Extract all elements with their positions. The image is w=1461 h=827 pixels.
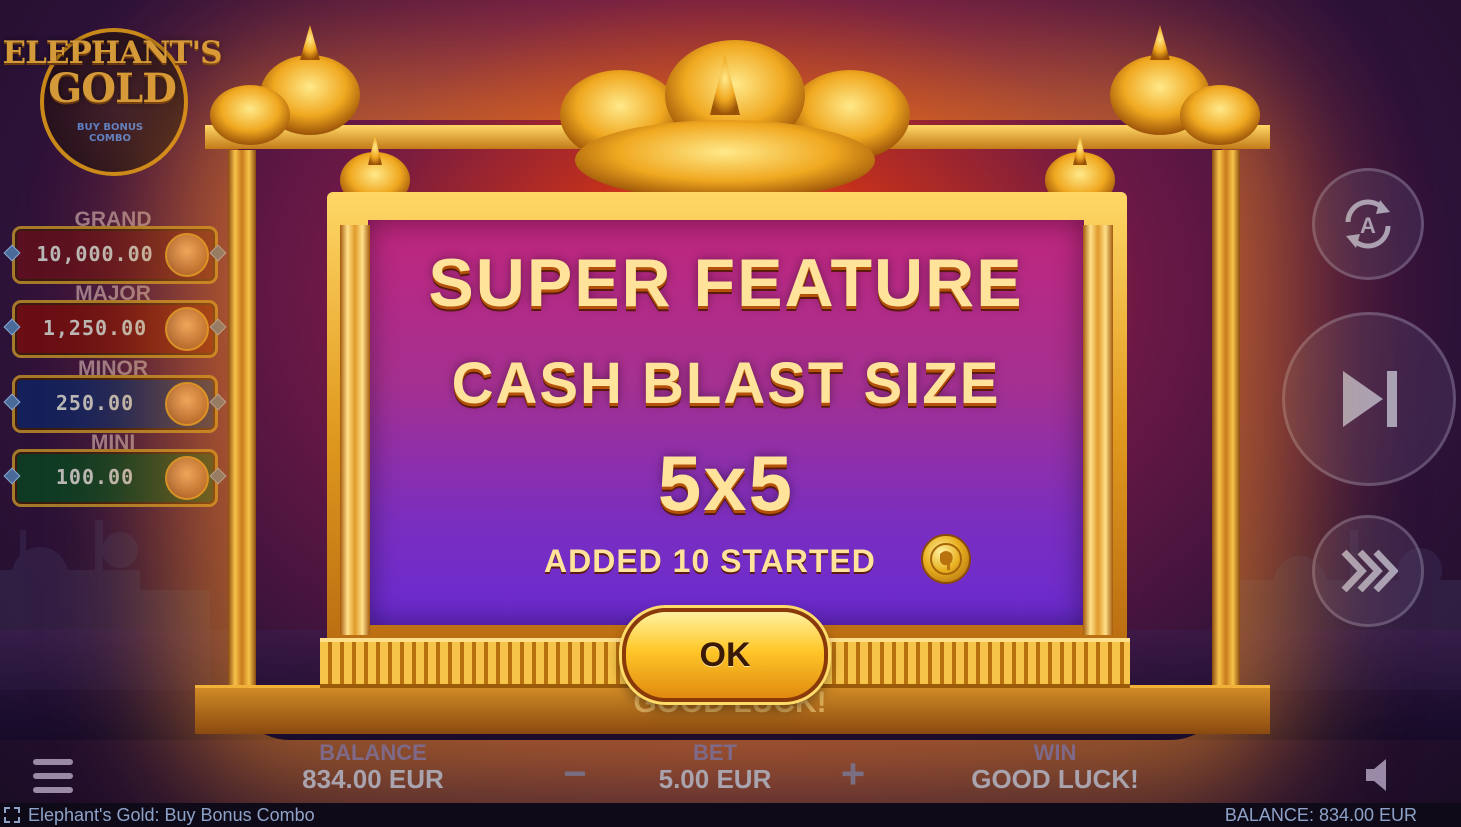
sound-button[interactable]	[1360, 755, 1400, 795]
major-character-avatar	[165, 307, 209, 351]
jackpot-minor: 250.00	[3, 375, 227, 433]
dialog-right-column	[1083, 225, 1113, 635]
minor-character-avatar	[165, 382, 209, 426]
win-value: GOOD LUCK!	[971, 764, 1139, 794]
skip-icon	[1343, 371, 1397, 427]
logo-sub-line1: BUY BONUS	[76, 122, 144, 133]
diamond-icon	[209, 244, 227, 262]
status-bar: Elephant's Gold: Buy Bonus Combo BALANCE…	[0, 803, 1461, 827]
diamond-icon	[209, 393, 227, 411]
bet-value: 5.00 EUR	[658, 764, 772, 794]
grand-character-avatar	[165, 233, 209, 277]
logo-sub-line2: COMBO	[89, 133, 131, 144]
menu-icon	[33, 757, 73, 797]
logo-subtitle: BUY BONUS COMBO	[60, 122, 160, 144]
bet-label: BET	[693, 740, 737, 765]
ok-button-label: OK	[699, 635, 751, 674]
diamond-icon	[3, 393, 21, 411]
cash-blast-size-value: 5x5	[657, 439, 795, 527]
bet-increase-button[interactable]: +	[830, 750, 876, 798]
menu-button[interactable]	[33, 757, 73, 797]
diamond-icon	[3, 318, 21, 336]
autoplay-button[interactable]: A	[1312, 168, 1424, 280]
status-balance: BALANCE: 834.00 EUR	[1224, 805, 1417, 825]
fullscreen-icon	[4, 807, 20, 823]
jackpot-mini-value: 100.00	[55, 465, 135, 489]
turbo-button[interactable]	[1312, 515, 1424, 627]
balance-value: 834.00 EUR	[302, 764, 444, 794]
logo-title-line2: GOLD	[48, 65, 177, 112]
jackpot-mini: 100.00	[3, 449, 227, 507]
dialog-message: ADDED 10 STARTED	[544, 543, 876, 579]
sound-icon	[1366, 759, 1386, 791]
right-outer-pillar	[1212, 150, 1240, 690]
svg-text:A: A	[1360, 213, 1376, 238]
jackpot-grand-value: 10,000.00	[36, 242, 154, 266]
diamond-icon	[209, 467, 227, 485]
left-outer-pillar	[228, 150, 256, 690]
win-label: WIN	[1033, 740, 1077, 765]
jackpot-grand: 10,000.00	[3, 226, 227, 284]
autoplay-icon: A	[1345, 199, 1391, 249]
jackpot-major: 1,250.00	[3, 300, 227, 358]
diamond-icon	[3, 244, 21, 262]
elephant-coin-icon	[921, 534, 971, 584]
diamond-icon	[209, 318, 227, 336]
dialog-left-column	[340, 225, 370, 635]
bet-decrease-button[interactable]: −	[553, 752, 597, 797]
jackpot-minor-value: 250.00	[55, 391, 135, 415]
fullscreen-button[interactable]	[4, 807, 20, 823]
spin-skip-button[interactable]	[1282, 312, 1456, 486]
mini-character-avatar	[165, 456, 209, 500]
game-logo: ELEPHANT'S GOLD	[0, 36, 224, 112]
dialog-title: SUPER FEATURE	[428, 245, 1024, 321]
turbo-icon	[1341, 549, 1398, 593]
temple-domes	[210, 25, 1260, 208]
diamond-icon	[3, 467, 21, 485]
dialog-subtitle: CASH BLAST SIZE	[451, 351, 1001, 416]
ok-button[interactable]: OK	[622, 608, 828, 702]
balance-label: BALANCE	[319, 740, 427, 765]
jackpot-major-value: 1,250.00	[42, 316, 148, 340]
game-name: Elephant's Gold: Buy Bonus Combo	[28, 805, 315, 825]
